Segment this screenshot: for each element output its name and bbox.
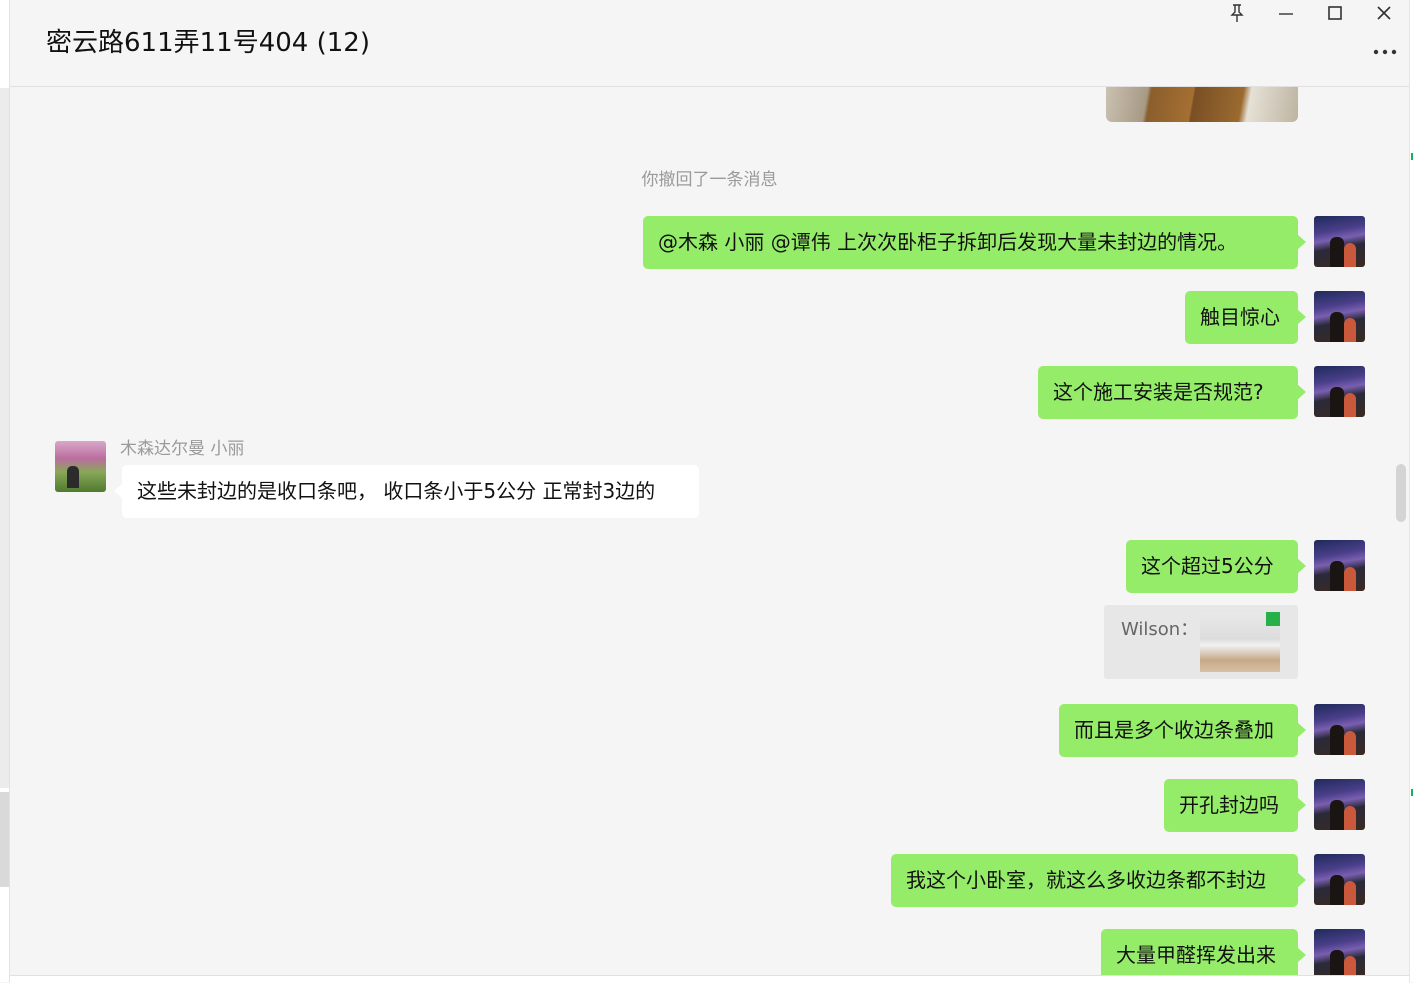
- avatar-self[interactable]: [1314, 929, 1365, 975]
- message-list[interactable]: 你撤回了一条消息 @木森 小丽 @谭伟 上次次卧柜子拆卸后发现大量未封边的情况。…: [10, 87, 1409, 975]
- maximize-icon[interactable]: [1324, 2, 1346, 24]
- sender-name: 木森达尔曼 小丽: [120, 439, 245, 459]
- scrollbar-thumb[interactable]: [1396, 464, 1406, 522]
- message-bubble[interactable]: 开孔封边吗: [1164, 779, 1306, 832]
- chat-header: 密云路611弄11号404 (12): [10, 0, 1409, 87]
- message-bubble[interactable]: 这个施工安装是否规范?: [1038, 366, 1306, 419]
- avatar-self[interactable]: [1314, 854, 1365, 905]
- avatar-self[interactable]: [1314, 216, 1365, 267]
- avatar-self[interactable]: [1314, 366, 1365, 417]
- message-bubble[interactable]: 触目惊心: [1185, 291, 1306, 344]
- quote-sender: Wilson：: [1121, 619, 1199, 640]
- quote-image-thumbnail[interactable]: [1200, 612, 1280, 672]
- message-bubble[interactable]: 这个超过5公分: [1126, 540, 1306, 593]
- close-icon[interactable]: [1373, 2, 1395, 24]
- message-bubble[interactable]: @木森 小丽 @谭伟 上次次卧柜子拆卸后发现大量未封边的情况。: [643, 216, 1306, 269]
- avatar-self[interactable]: [1314, 704, 1365, 755]
- chat-title: 密云路611弄11号404 (12): [46, 28, 370, 58]
- message-bubble[interactable]: 我这个小卧室，就这么多收边条都不封边: [891, 854, 1306, 907]
- recall-notice: 你撤回了一条消息: [641, 170, 778, 190]
- message-bubble[interactable]: 大量甲醛挥发出来: [1101, 929, 1306, 975]
- avatar-other[interactable]: [55, 441, 106, 492]
- avatar-self[interactable]: [1314, 291, 1365, 342]
- minimize-icon[interactable]: [1275, 2, 1297, 24]
- avatar-self[interactable]: [1314, 779, 1365, 830]
- right-panel-edge: [1409, 0, 1413, 982]
- message-bubble[interactable]: 而且是多个收边条叠加: [1059, 704, 1306, 757]
- message-bubble[interactable]: 这些未封边的是收口条吧， 收口条小于5公分 正常封3边的: [114, 465, 699, 518]
- pin-icon[interactable]: [1226, 2, 1248, 24]
- quoted-message[interactable]: Wilson：: [1104, 605, 1298, 679]
- left-panel-shade-dark: [0, 792, 9, 887]
- avatar-self[interactable]: [1314, 540, 1365, 591]
- left-panel-shade: [0, 88, 9, 788]
- image-message-partial[interactable]: [1106, 87, 1298, 122]
- more-icon[interactable]: [1372, 40, 1398, 60]
- left-panel-edge: [0, 0, 10, 982]
